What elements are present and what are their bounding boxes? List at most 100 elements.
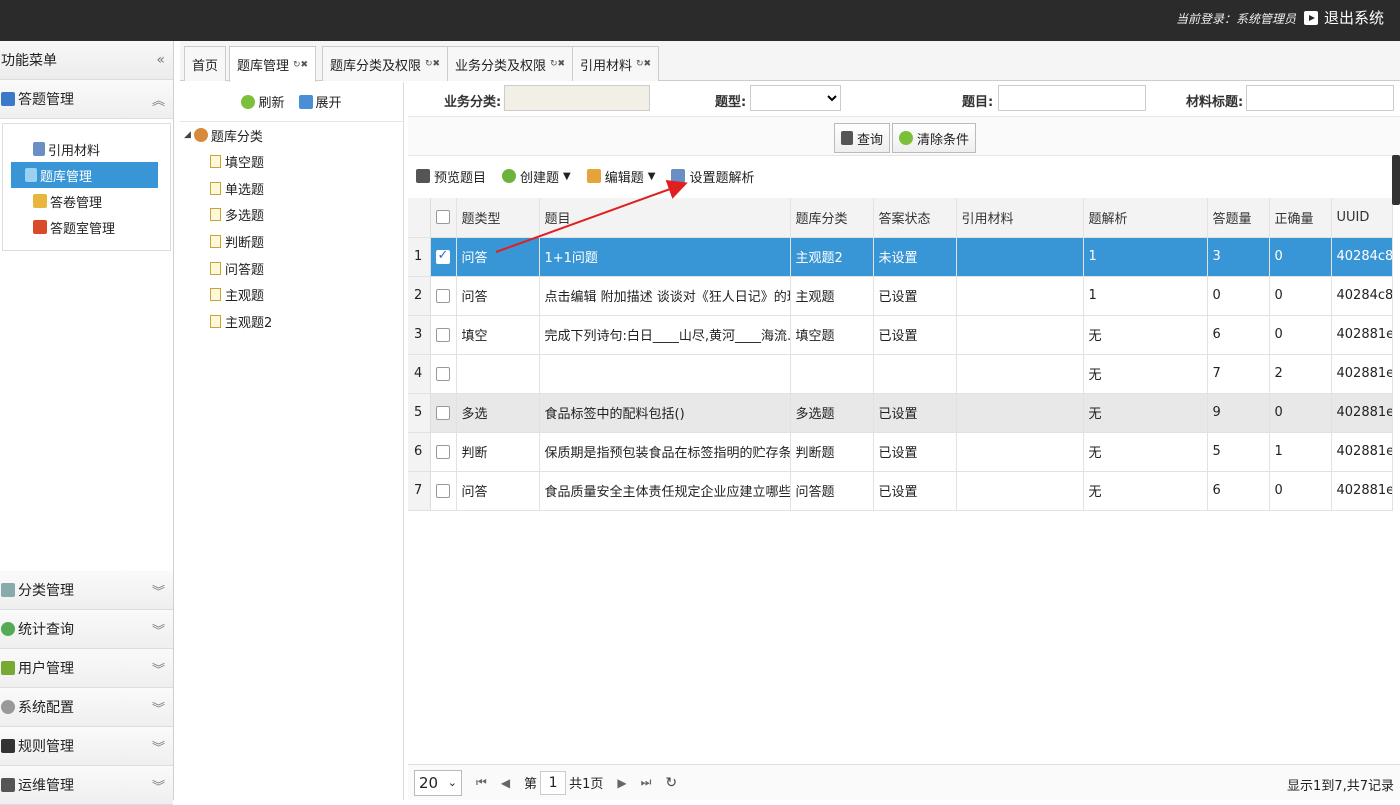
collapse-arrow-icon[interactable]: ◢ (184, 130, 191, 140)
row-checkbox[interactable] (430, 276, 457, 316)
col-header[interactable]: UUID (1331, 198, 1393, 238)
cell-material (956, 432, 1084, 472)
accordion-ops[interactable]: 运维管理 ︾ (0, 766, 173, 805)
accordion-label: 分类管理 (18, 583, 74, 599)
expand-tree-icon (298, 94, 313, 109)
tree-node[interactable]: 多选题 (180, 201, 403, 228)
close-icon[interactable]: ↻✖ (550, 59, 565, 69)
last-page-icon[interactable]: ⏭ (641, 775, 652, 790)
tree-node-label: 多选题 (225, 209, 265, 225)
page-number-input[interactable]: 1 (540, 770, 567, 795)
folder-icon (33, 194, 47, 208)
table-row[interactable]: 6 判断 保质期是指预包装食品在标签指明的贮存条件下 判断题 已设置 无 5 1… (408, 432, 1393, 472)
server-icon (1, 778, 15, 792)
accordion-answer-management[interactable]: 答题管理 ︽ (0, 80, 173, 119)
col-header[interactable]: 题目 (539, 198, 791, 238)
cell-count: 6 (1207, 315, 1270, 355)
cell-type: 多选 (456, 393, 540, 433)
row-checkbox[interactable] (430, 237, 457, 277)
cell-analysis: 无 (1083, 354, 1208, 394)
set-analysis-button[interactable]: 设置题解析 (671, 167, 754, 186)
cell-uuid: 402881e (1331, 393, 1393, 433)
sub-item-reference-material[interactable]: 引用材料 (11, 136, 158, 162)
close-icon[interactable]: ↻✖ (293, 60, 308, 70)
accordion-system-config[interactable]: 系统配置 ︾ (0, 688, 173, 727)
logout-button[interactable]: 退出系统 (1303, 7, 1384, 28)
tree-node[interactable]: 主观题 (180, 281, 403, 308)
cell-question (539, 354, 791, 394)
refresh-button[interactable]: 刷新 (241, 92, 285, 111)
query-button[interactable]: 查询 (834, 123, 891, 153)
book-icon (671, 169, 686, 183)
row-checkbox[interactable] (430, 354, 457, 394)
record-info: 显示1到7,共7记录 (1287, 779, 1394, 794)
table-row[interactable]: 4 无 7 2 402881e (408, 354, 1393, 394)
row-checkbox[interactable] (430, 393, 457, 433)
tree-root[interactable]: ◢ 题库分类 (180, 122, 403, 148)
sub-item-question-bank[interactable]: 题库管理 (11, 162, 158, 188)
document-icon (210, 181, 221, 195)
tree-node[interactable]: 单选题 (180, 175, 403, 202)
material-title-input[interactable] (1246, 85, 1394, 111)
preview-icon (416, 169, 430, 183)
col-header[interactable]: 题解析 (1083, 198, 1208, 238)
edit-button[interactable]: 编辑题 ▼ (586, 167, 655, 186)
tree-node[interactable]: 问答题 (180, 255, 403, 282)
table-row[interactable]: 3 填空 完成下列诗句:白日____山尽,黄河____海流. 填空题 已设置 无… (408, 315, 1393, 355)
prev-page-icon[interactable]: ◀ (501, 776, 510, 790)
clear-conditions-button[interactable]: 清除条件 (892, 123, 977, 153)
first-page-icon[interactable]: ⏮ (476, 775, 487, 790)
tree-root-label: 题库分类 (210, 129, 263, 145)
sub-item-answer-sheet[interactable]: 答卷管理 (11, 188, 158, 214)
accordion-category[interactable]: 分类管理 ︾ (0, 571, 173, 610)
col-header[interactable]: 题库分类 (790, 198, 874, 238)
cell-material (956, 471, 1084, 511)
expand-button[interactable]: 展开 (298, 92, 342, 111)
business-category-input[interactable] (504, 85, 650, 111)
row-checkbox[interactable] (430, 315, 457, 355)
table-row[interactable]: 5 多选 食品标签中的配料包括() 多选题 已设置 无 9 0 402881e (408, 393, 1393, 433)
sub-item-answer-room[interactable]: 答题室管理 (11, 214, 158, 240)
close-icon[interactable]: ↻✖ (425, 59, 440, 69)
tab-business-category[interactable]: 业务分类及权限 ↻✖ (447, 46, 574, 81)
cell-uuid: 402881e (1331, 432, 1393, 472)
collapse-sidebar-icon[interactable]: « (156, 52, 165, 68)
col-header[interactable]: 引用材料 (956, 198, 1084, 238)
create-button[interactable]: 创建题 ▼ (502, 167, 571, 186)
accordion-statistics[interactable]: 统计查询 ︾ (0, 610, 173, 649)
tree-node[interactable]: 填空题 (180, 148, 403, 175)
chevron-down-icon: ︾ (151, 701, 165, 717)
cell-analysis: 1 (1083, 276, 1208, 316)
row-checkbox[interactable] (430, 471, 457, 511)
tab-question-bank[interactable]: 题库管理 ↻✖ (229, 46, 317, 82)
side-scroll-handle[interactable] (1392, 155, 1400, 205)
accordion-rules[interactable]: 规则管理 ︾ (0, 727, 173, 766)
table-row[interactable]: 1 问答 1+1问题 主观题2 未设置 1 3 0 40284c8 (408, 237, 1393, 277)
select-all-checkbox[interactable] (430, 198, 457, 238)
tree-node[interactable]: 主观题2 (180, 308, 403, 335)
close-icon[interactable]: ↻✖ (636, 59, 651, 69)
question-input[interactable] (998, 85, 1146, 111)
tree-node-label: 单选题 (225, 182, 265, 198)
col-header[interactable]: 答案状态 (873, 198, 957, 238)
cell-count: 7 (1207, 354, 1270, 394)
tab-bank-category[interactable]: 题库分类及权限 ↻✖ (322, 46, 449, 81)
col-header[interactable]: 正确量 (1269, 198, 1332, 238)
row-checkbox[interactable] (430, 432, 457, 472)
chevron-down-icon: ︾ (151, 584, 165, 600)
cell-type: 问答 (456, 237, 540, 277)
preview-button[interactable]: 预览题目 (416, 167, 486, 186)
page-size-select[interactable]: 20 ⌄ (414, 769, 462, 796)
question-type-select[interactable] (750, 85, 841, 111)
tab-home[interactable]: 首页 (184, 46, 227, 81)
table-row[interactable]: 7 问答 食品质量安全主体责任规定企业应建立哪些制度 问答题 已设置 无 6 0… (408, 471, 1393, 511)
accordion-users[interactable]: 用户管理 ︾ (0, 649, 173, 688)
table-row[interactable]: 2 问答 点击编辑 附加描述 谈谈对《狂人日记》的理解 主观题 已设置 1 0 … (408, 276, 1393, 316)
tree-node[interactable]: 判断题 (180, 228, 403, 255)
next-page-icon[interactable]: ▶ (617, 776, 626, 790)
document-icon (210, 288, 221, 302)
tab-reference-material[interactable]: 引用材料 ↻✖ (572, 46, 660, 81)
refresh-icon[interactable]: ↻ (665, 775, 677, 791)
col-header[interactable]: 答题量 (1207, 198, 1270, 238)
col-header[interactable]: 题类型 (456, 198, 540, 238)
